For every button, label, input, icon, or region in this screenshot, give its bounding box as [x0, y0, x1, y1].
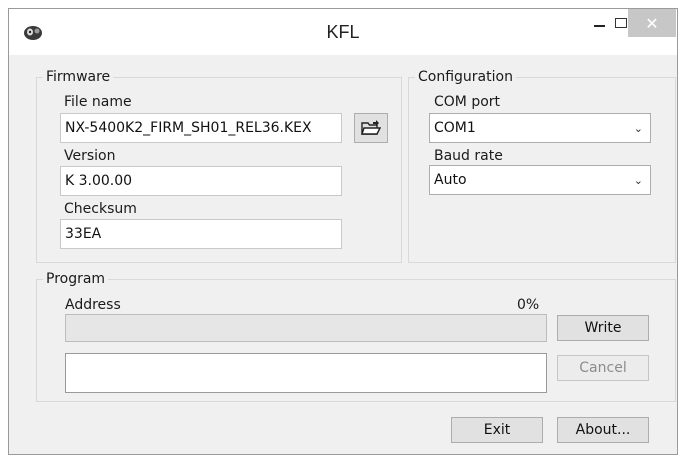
write-button[interactable]: Write — [557, 315, 649, 341]
cancel-button[interactable]: Cancel — [557, 355, 649, 381]
baud-rate-value: Auto — [434, 172, 467, 188]
about-button[interactable]: About... — [557, 417, 649, 443]
address-label: Address — [65, 297, 121, 313]
chevron-down-icon: ⌄ — [633, 174, 643, 187]
com-port-value: COM1 — [434, 120, 476, 136]
baud-rate-select[interactable]: Auto ⌄ — [429, 165, 651, 195]
program-legend: Program — [43, 270, 109, 288]
open-folder-icon — [361, 120, 381, 135]
exit-button[interactable]: Exit — [451, 417, 543, 443]
minimize-icon — [593, 25, 605, 27]
title-bar[interactable]: KFL ✕ — [9, 9, 677, 55]
progress-percent: 0% — [517, 297, 540, 313]
configuration-legend: Configuration — [415, 68, 516, 86]
file-name-label: File name — [64, 94, 132, 110]
kfl-window: KFL ✕ Firmware File name NX-5400K2_FIRM_… — [8, 8, 678, 455]
com-port-label: COM port — [434, 94, 501, 110]
close-icon: ✕ — [645, 13, 659, 33]
browse-file-button[interactable] — [354, 113, 388, 143]
maximize-icon — [615, 18, 627, 28]
chevron-down-icon: ⌄ — [633, 122, 643, 135]
file-name-field[interactable]: NX-5400K2_FIRM_SH01_REL36.KEX — [60, 113, 342, 143]
version-field[interactable]: K 3.00.00 — [60, 166, 342, 196]
progress-bar — [65, 314, 547, 342]
close-button[interactable]: ✕ — [628, 9, 676, 37]
firmware-legend: Firmware — [43, 68, 114, 86]
checksum-field[interactable]: 33EA — [60, 219, 342, 249]
window-title: KFL — [326, 22, 360, 42]
com-port-select[interactable]: COM1 ⌄ — [429, 113, 651, 143]
checksum-label: Checksum — [64, 201, 137, 217]
baud-rate-label: Baud rate — [434, 148, 503, 164]
version-label: Version — [64, 148, 116, 164]
status-log — [65, 353, 547, 393]
